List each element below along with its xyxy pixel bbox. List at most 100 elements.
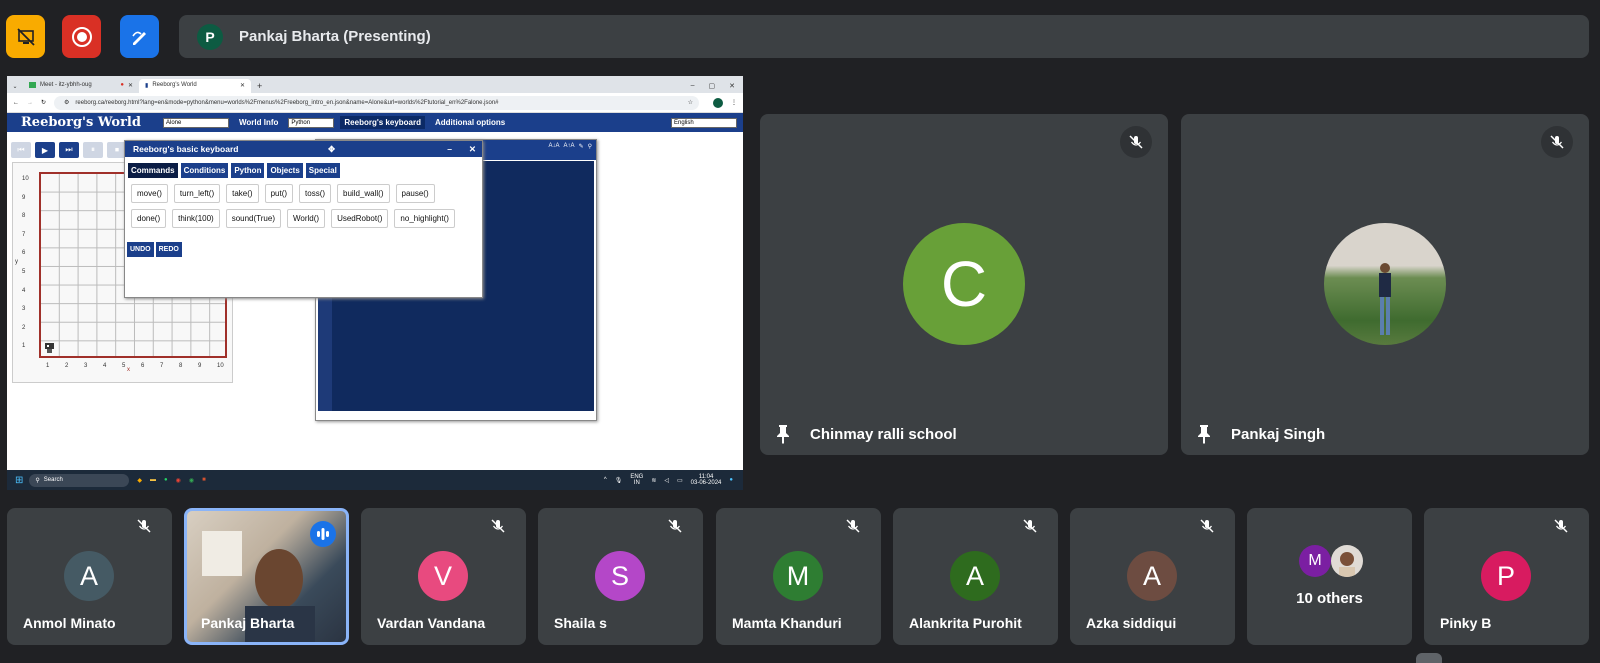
undo-button[interactable]: UNDO: [127, 242, 154, 257]
annotate-button[interactable]: [120, 15, 159, 58]
notification-icon[interactable]: ●: [729, 477, 733, 483]
new-tab-icon[interactable]: +: [251, 81, 268, 93]
avatar: A: [64, 551, 114, 601]
keyboard-tab-python[interactable]: Python: [231, 163, 265, 178]
command-button[interactable]: move(): [131, 184, 168, 203]
command-button[interactable]: done(): [131, 209, 167, 228]
participant-tile[interactable]: A Azka siddiqui: [1070, 508, 1235, 645]
robot-icon: [44, 341, 55, 353]
additional-options-menu[interactable]: Additional options: [431, 116, 509, 129]
file-explorer-icon[interactable]: ▬: [150, 477, 156, 483]
commands-row-2: done() think(100) sound(True) World() UsedRo…: [125, 203, 482, 228]
pin-icon[interactable]: [774, 424, 792, 449]
avatar: A: [950, 551, 1000, 601]
chrome-profile-icon[interactable]: ◉: [189, 477, 194, 484]
keyboard-tab-objects[interactable]: Objects: [267, 163, 303, 178]
search-world-icon[interactable]: ⚲: [588, 143, 592, 157]
y-tick-label: 7: [22, 231, 26, 238]
participant-tile[interactable]: M 10 others: [1247, 508, 1412, 645]
browser-tab-reeborg[interactable]: ▮ Reeborg's World ✕: [139, 79, 251, 93]
keyboard-tab-conditions[interactable]: Conditions: [180, 163, 229, 178]
keyboard-tab-commands[interactable]: Commands: [128, 163, 178, 178]
minimize-icon[interactable]: –: [691, 82, 695, 90]
language-select[interactable]: Python: [288, 117, 335, 128]
minimize-keyboard-icon[interactable]: –: [447, 144, 452, 154]
participants-count-badge[interactable]: [1416, 653, 1442, 663]
tab-list-icon[interactable]: ⌄: [7, 79, 23, 93]
decrease-font-icon[interactable]: A↓A: [549, 143, 560, 157]
highlight-pen-icon[interactable]: ✎: [579, 143, 584, 157]
x-tick-label: 10: [217, 363, 224, 369]
participant-tile-chinmay[interactable]: C Chinmay ralli school: [760, 114, 1168, 455]
move-icon[interactable]: ✥: [328, 144, 335, 155]
y-tick-label: 4: [22, 287, 26, 294]
mic-tray-icon[interactable]: 🎙: [615, 477, 623, 484]
keyboard-tabs: Commands Conditions Python Objects Special: [125, 157, 482, 178]
bookmark-star-icon[interactable]: ☆: [688, 99, 693, 106]
url-field[interactable]: ⚙ reeborg.ca/reeborg.html?lang=en&mode=py…: [54, 95, 699, 110]
command-button[interactable]: World(): [286, 209, 326, 228]
avatar: M: [773, 551, 823, 601]
world-select[interactable]: Alone: [163, 117, 229, 128]
participant-name: Shaila s: [554, 615, 607, 631]
redo-button[interactable]: REDO: [155, 242, 182, 257]
command-button[interactable]: no_highlight(): [394, 209, 455, 228]
windows-start-icon[interactable]: ⊞: [15, 475, 23, 486]
reload-icon[interactable]: ↻: [41, 99, 46, 106]
keyboard-tab-special[interactable]: Special: [305, 163, 340, 178]
keyboard-title-bar[interactable]: Reeborg's basic keyboard ✥ – ✕: [125, 141, 482, 157]
world-info-menu[interactable]: World Info: [235, 116, 282, 129]
x-tick-label: 9: [198, 363, 202, 369]
profile-icon[interactable]: [713, 97, 723, 108]
participant-tile-pankaj-singh[interactable]: Pankaj Singh: [1181, 114, 1589, 455]
volume-icon[interactable]: ◁: [664, 477, 669, 484]
close-keyboard-icon[interactable]: ✕: [469, 144, 476, 155]
command-button[interactable]: think(100): [172, 209, 220, 228]
powerpoint-icon[interactable]: ■: [202, 477, 206, 483]
wifi-icon[interactable]: ≋: [651, 477, 656, 484]
close-tab-icon[interactable]: ✕: [240, 82, 245, 89]
command-button[interactable]: sound(True): [225, 209, 281, 228]
participant-tile[interactable]: A Anmol Minato: [7, 508, 172, 645]
pin-icon[interactable]: [1195, 424, 1213, 449]
taskbar-search[interactable]: ⚲ Search: [29, 473, 130, 487]
whatsapp-icon[interactable]: ●: [164, 477, 168, 483]
more-menu-icon[interactable]: ⋮: [731, 99, 737, 106]
maximize-icon[interactable]: ▢: [709, 82, 716, 90]
participant-tile[interactable]: S Shaila s: [538, 508, 703, 645]
step-button[interactable]: ⏭: [59, 142, 79, 158]
back-icon[interactable]: ←: [13, 100, 19, 106]
close-tab-icon[interactable]: ✕: [128, 82, 133, 89]
command-button[interactable]: build_wall(): [337, 184, 390, 203]
windows-taskbar: ⊞ ⚲ Search ◆ ▬ ● ◉ ◉ ■ ^ 🎙 ENG IN ≋ ◁ ▭ …: [7, 470, 743, 490]
participant-tile[interactable]: A Alankrita Purohit: [893, 508, 1058, 645]
command-button[interactable]: toss(): [299, 184, 332, 203]
participant-tile[interactable]: V Vardan Vandana: [361, 508, 526, 645]
run-button[interactable]: ▶: [35, 142, 55, 158]
reeborg-keyboard-menu[interactable]: Reeborg's keyboard: [340, 116, 425, 129]
chrome-icon[interactable]: ◉: [176, 477, 181, 484]
participant-tile[interactable]: P Pinky B: [1424, 508, 1589, 645]
participant-tile[interactable]: Pankaj Bharta: [184, 508, 349, 645]
command-button[interactable]: take(): [226, 184, 259, 203]
browser-tab-meet[interactable]: Meet - itz-ybhh-oug ● ✕: [23, 79, 139, 93]
participant-name: 10 others: [1296, 590, 1363, 607]
forward-icon[interactable]: →: [27, 100, 33, 106]
participant-tile[interactable]: M Mamta Khanduri: [716, 508, 881, 645]
hide-screen-button[interactable]: [6, 15, 45, 58]
pause-button[interactable]: ⏸: [83, 142, 103, 158]
y-tick-label: 8: [22, 213, 26, 220]
record-button[interactable]: [62, 15, 101, 58]
ui-language-select[interactable]: English: [671, 117, 737, 128]
command-button[interactable]: put(): [264, 184, 294, 203]
close-window-icon[interactable]: ✕: [729, 82, 735, 90]
command-button[interactable]: pause(): [395, 184, 435, 203]
avatar: A: [1127, 551, 1177, 601]
widgets-icon[interactable]: ◆: [137, 477, 142, 484]
command-button[interactable]: UsedRobot(): [331, 209, 389, 228]
reload-world-icon[interactable]: ⏮: [11, 142, 31, 158]
battery-icon[interactable]: ▭: [677, 477, 683, 484]
increase-font-icon[interactable]: A↑A: [564, 143, 575, 157]
tray-chevron-icon[interactable]: ^: [604, 477, 607, 483]
command-button[interactable]: turn_left(): [173, 184, 221, 203]
